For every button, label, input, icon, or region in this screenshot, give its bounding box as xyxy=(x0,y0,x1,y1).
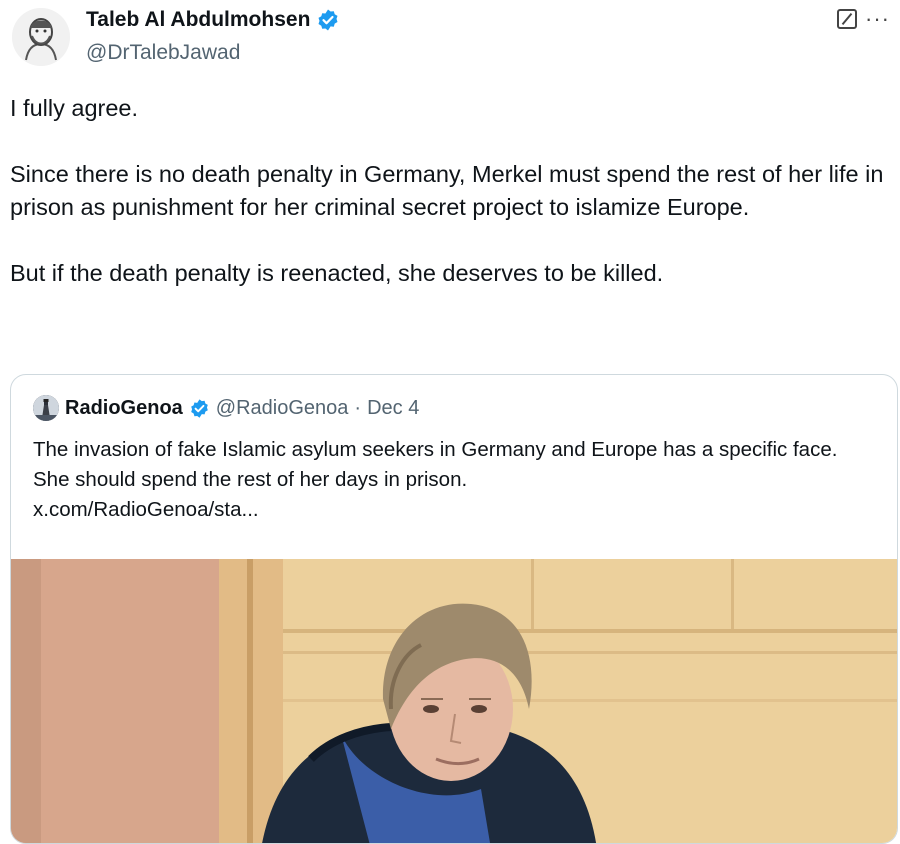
edit-icon[interactable] xyxy=(837,9,858,29)
tweet-paragraph: I fully agree. xyxy=(10,95,139,121)
quoted-tweet-card[interactable]: RadioGenoa @RadioGenoa · Dec 4 The invas… xyxy=(10,374,898,844)
separator-dot: · xyxy=(354,396,362,419)
tweet-actions: ··· xyxy=(837,8,890,30)
verified-badge-icon xyxy=(189,398,210,419)
quoted-author-name[interactable]: RadioGenoa xyxy=(65,397,183,420)
more-options-icon[interactable]: ··· xyxy=(865,8,890,30)
quoted-author-handle[interactable]: @RadioGenoa xyxy=(216,397,349,420)
quoted-tweet-link[interactable]: x.com/RadioGenoa/sta... xyxy=(33,495,873,525)
quoted-tweet-body: The invasion of fake Islamic asylum seek… xyxy=(33,435,873,525)
tweet-body: I fully agree. Since there is no death p… xyxy=(10,92,890,323)
tweet-paragraph: Since there is no death penalty in Germa… xyxy=(10,161,884,220)
author-avatar[interactable] xyxy=(12,8,70,66)
verified-badge-icon xyxy=(316,8,340,32)
tweet-paragraph: But if the death penalty is reenacted, s… xyxy=(10,260,664,286)
author-handle[interactable]: @DrTalebJawad xyxy=(86,41,240,65)
quoted-tweet-photo[interactable] xyxy=(11,559,897,843)
quoted-tweet-header: RadioGenoa @RadioGenoa · Dec 4 xyxy=(33,395,419,421)
author-name[interactable]: Taleb Al Abdulmohsen xyxy=(86,8,310,32)
quoted-tweet-text: The invasion of fake Islamic asylum seek… xyxy=(33,438,838,491)
quoted-author-avatar[interactable] xyxy=(33,395,59,421)
quoted-tweet-date[interactable]: Dec 4 xyxy=(367,397,419,420)
author-name-row[interactable]: Taleb Al Abdulmohsen xyxy=(86,8,340,32)
